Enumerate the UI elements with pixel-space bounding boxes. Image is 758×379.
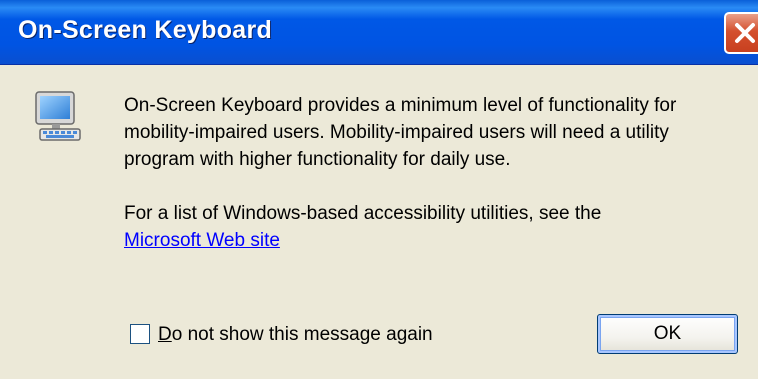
message-line: On-Screen Keyboard provides a minimum le… (124, 95, 677, 116)
title-bar[interactable]: On-Screen Keyboard (0, 0, 758, 65)
dialog-body: On-Screen Keyboard provides a minimum le… (0, 65, 758, 379)
do-not-show-again-checkbox[interactable] (130, 324, 150, 344)
do-not-show-again-label[interactable]: Do not show this message again (158, 321, 433, 348)
message-text: On-Screen Keyboard provides a minimum le… (124, 92, 744, 254)
close-button[interactable] (724, 12, 758, 54)
microsoft-web-site-link[interactable]: Microsoft Web site (124, 230, 280, 251)
dialog-window: On-Screen Keyboard On-Screen Keyboard pr… (0, 0, 758, 379)
ok-button[interactable]: OK (597, 314, 738, 354)
window-title: On-Screen Keyboard (18, 16, 273, 44)
close-x-icon (735, 23, 755, 43)
message-line: mobility-impaired users. Mobility-impair… (124, 122, 669, 143)
on-screen-keyboard-monitor-icon (35, 91, 81, 141)
message-line: program with higher functionality for da… (124, 149, 511, 170)
mnemonic-letter: D (158, 324, 172, 345)
message-line: For a list of Windows-based accessibilit… (124, 203, 602, 224)
checkbox-label-text: o not show this message again (171, 324, 433, 345)
